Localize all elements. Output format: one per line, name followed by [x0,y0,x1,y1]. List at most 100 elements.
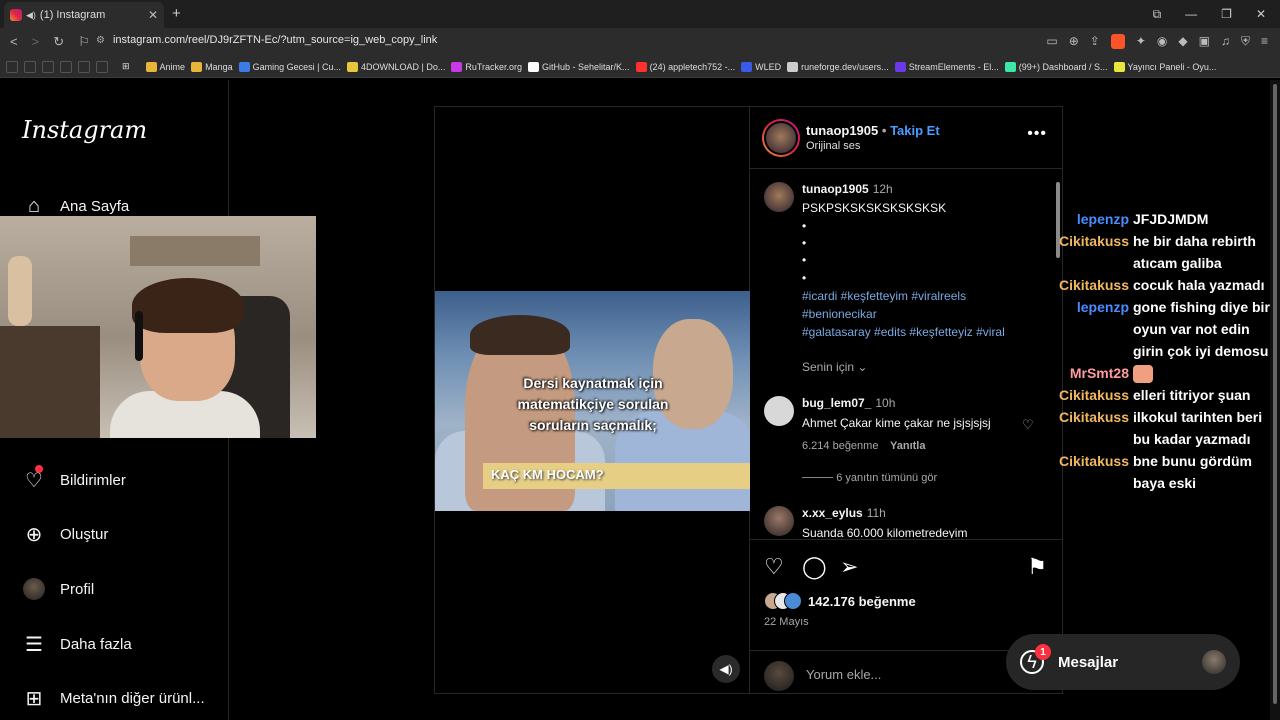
chat-message: Cikitakuss cocuk hala yazmadı [1055,274,1270,296]
sidebar-item-more[interactable]: ☰ Daha fazla [22,632,132,656]
bookmark-icon [1004,61,1016,72]
music-icon[interactable]: ♫ [1221,34,1230,49]
bookmark-item[interactable]: Yayıncı Paneli - Oyu... [1113,61,1216,72]
chat-text: JFJDJMDM [1133,211,1209,227]
comment-likes[interactable]: 6.214 beğenme [802,440,878,452]
share-icon[interactable]: ➢ [840,554,858,580]
extensions-icon[interactable]: ⧉ [1153,7,1162,22]
close-window-icon[interactable]: ✕ [1256,7,1266,21]
grid-icon: ⊞ [25,687,43,710]
follow-button[interactable]: Takip Et [890,123,940,138]
instagram-logo[interactable]: Instagram [22,116,147,144]
bookmark-square-icon[interactable] [60,60,72,73]
chat-username: Cikitakuss [1058,453,1129,469]
sidebar-item-home[interactable]: ⌂ Ana Sayfa [22,194,129,218]
for-you-label[interactable]: Senin için ⌄ [802,360,867,374]
forward-icon[interactable]: > [32,34,40,50]
sidebar-item-notifications[interactable]: ♡ Bildirimler [22,465,126,492]
bookmark-square-icon[interactable] [24,60,36,73]
bookmark-square-icon[interactable] [42,60,54,73]
menu-icon[interactable]: ≡ [1261,34,1268,49]
comment-input[interactable]: Yorum ekle... [806,667,881,682]
bookmark-item[interactable]: 4DOWNLOAD | Do... [346,61,445,72]
bookmark-item[interactable]: (24) appletech752 -... [635,61,735,72]
speaker-icon[interactable]: ◀) [26,10,36,21]
more-options-icon[interactable]: ••• [1027,125,1047,143]
new-tab-icon[interactable]: + [172,5,181,22]
author-username[interactable]: tunaop1905 [806,123,878,138]
avatar[interactable] [764,506,794,536]
avatar [1202,650,1226,674]
sidebar-item-label: Meta'nın diğer ürünl... [60,689,205,707]
cast-icon[interactable]: ▭ [1046,34,1057,49]
page-scrollbar[interactable] [1270,80,1280,720]
comment-username: x.xx_eylus 11h [802,506,886,520]
site-info-icon[interactable]: ⚙ [96,35,105,46]
bookmark-item[interactable]: Gaming Gecesi | Cu... [238,61,341,72]
messenger-icon: ϟ1 [1020,644,1051,674]
bookmark-icon [346,61,358,72]
vpn-icon[interactable]: ⛨ [1241,34,1250,49]
minimize-icon[interactable]: — [1185,7,1197,21]
bookmark-item[interactable]: GitHub - Sehelitar/K... [528,61,630,72]
audio-label[interactable]: Orijinal ses [806,140,860,152]
extension-icon[interactable]: ✦ [1136,34,1146,49]
sidebar-item-create[interactable]: ⊕ Oluştur [22,522,109,546]
bookmark-icon [894,61,906,72]
extension4-icon[interactable]: ▣ [1199,34,1210,49]
save-icon[interactable]: ⚑ [1027,554,1047,580]
sidebar-item-meta[interactable]: ⊞ Meta'nın diğer ürünl... [22,686,205,710]
apps-grid-icon[interactable]: ⊞ [122,61,130,72]
chat-username: lepenzp [1076,299,1129,315]
bookmark-item[interactable]: runeforge.dev/users... [787,61,889,72]
browser-tab[interactable]: ◀) (1) Instagram ✕ [4,2,164,28]
url-field[interactable]: ⚙ instagram.com/reel/DJ9rZFTN-Ec/?utm_so… [96,34,437,46]
hashtag-line[interactable]: #galatasaray #edits #keşfetteyiz #viral [802,323,1005,341]
hashtag-line[interactable]: #benionecikar [802,305,877,323]
likes-count[interactable]: 142.176 beğenme [764,592,916,610]
bookmark-icon[interactable]: ⚐ [78,34,90,50]
back-icon[interactable]: < [10,34,18,50]
chat-text: bne bunu gördüm baya eski [1133,453,1252,491]
bookmark-item[interactable]: (99+) Dashboard / S... [1004,61,1108,72]
bookmark-square-icon[interactable] [78,60,90,73]
volume-icon[interactable]: ◀) [712,655,740,683]
bookmark-item[interactable]: RuTracker.org [451,61,522,72]
bookmark-item[interactable]: StreamElements - El... [894,61,999,72]
chat-username: Cikitakuss [1058,409,1129,425]
close-tab-icon[interactable]: ✕ [148,8,158,22]
hashtag-line[interactable]: #icardi #keşfetteyim #viralreels [802,287,966,305]
reload-icon[interactable]: ↻ [53,34,64,50]
sidebar-item-label: Bildirimler [60,471,126,489]
sidebar-item-label: Ana Sayfa [60,197,130,215]
chat-message: Cikitakuss he bir daha rebirth atıcam gal… [1055,230,1270,274]
avatar[interactable] [764,396,794,426]
like-icon[interactable]: ♡ [764,554,784,580]
extension3-icon[interactable]: ◆ [1178,34,1187,49]
zoom-icon[interactable]: ⊕ [1069,34,1079,49]
author-avatar[interactable] [762,119,800,157]
bookmark-item[interactable]: Manga [191,61,233,72]
bookmark-item[interactable]: Anime [145,61,185,72]
bookmark-square-icon[interactable] [96,60,108,73]
bookmark-item[interactable]: WLED [741,61,781,72]
comment-icon[interactable]: ◯ [802,554,827,580]
avatar[interactable] [764,182,794,212]
stream-chat: lepenzp JFJDJMDM Cikitakuss he bir daha reb… [1055,208,1270,494]
reel-video[interactable]: Dersi kaynatmak için matematikçiye sorul… [434,106,751,694]
view-replies-button[interactable]: ──── 6 yanıtın tümünü gör [802,472,937,484]
bookmark-icon [741,61,753,72]
bookmark-square-icon[interactable] [6,60,18,73]
share-icon[interactable]: ⇪ [1090,34,1100,49]
tab-title: (1) Instagram [39,9,106,21]
reply-button[interactable]: Yanıtla [890,440,925,452]
restore-icon[interactable]: ❐ [1221,7,1232,21]
comment-text: Ahmet Çakar kime çakar ne jsjsjsjsj [802,416,991,430]
avatar [784,592,802,610]
messages-button[interactable]: ϟ1 Mesajlar [1006,634,1240,690]
extension2-icon[interactable]: ◉ [1157,34,1167,49]
like-comment-icon[interactable]: ♡ [1022,417,1034,433]
brave-shield-icon[interactable] [1110,34,1125,49]
sidebar-item-profile[interactable]: Profil [22,577,94,601]
caption-username: tunaop1905 12h [802,182,893,196]
